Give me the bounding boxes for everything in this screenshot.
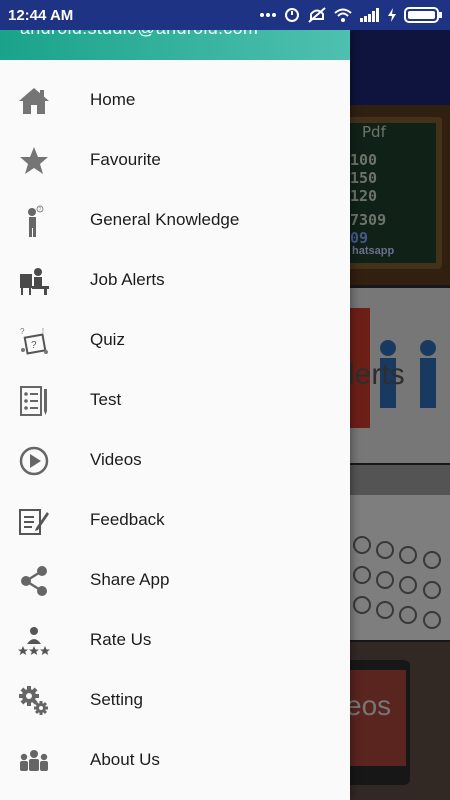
- menu-item-test[interactable]: Test: [0, 370, 350, 430]
- drawer-header: android.studio@android.com: [0, 30, 350, 60]
- menu-item-quiz[interactable]: ??! Quiz: [0, 310, 350, 370]
- menu-item-favourite[interactable]: Favourite: [0, 130, 350, 190]
- menu-item-label: Home: [90, 90, 136, 109]
- data-saver-icon: [284, 7, 300, 23]
- rate-icon: [18, 625, 50, 657]
- share-icon: [18, 565, 50, 597]
- menu-item-home[interactable]: Home: [0, 70, 350, 130]
- group-icon: [18, 745, 50, 777]
- home-icon: [18, 85, 50, 117]
- menu-item-rate-us[interactable]: Rate Us: [0, 610, 350, 670]
- svg-text:!: !: [42, 328, 44, 335]
- menu-item-label: Rate Us: [90, 630, 152, 649]
- svg-text:?: ?: [39, 207, 42, 213]
- desk-worker-icon: [18, 265, 50, 297]
- play-circle-icon: [18, 445, 50, 477]
- status-icons: [260, 7, 442, 23]
- menu-item-videos[interactable]: Videos: [0, 430, 350, 490]
- menu-item-job-alerts[interactable]: Job Alerts: [0, 250, 350, 310]
- gears-icon: [18, 685, 50, 717]
- menu-item-share-app[interactable]: Share App: [0, 550, 350, 610]
- status-bar: 12:44 AM: [0, 0, 450, 30]
- test-sheet-icon: [18, 385, 50, 417]
- navigation-drawer: android.studio@android.com Home Favourit…: [0, 30, 350, 800]
- battery-icon: [404, 7, 442, 23]
- menu-item-label: Favourite: [90, 150, 161, 169]
- charging-icon: [388, 8, 396, 22]
- menu-item-label: Test: [90, 390, 122, 409]
- scrim-overlay[interactable]: [350, 30, 450, 800]
- svg-text:?: ?: [20, 327, 25, 336]
- menu-item-label: Quiz: [90, 330, 125, 349]
- star-icon: [18, 145, 50, 177]
- menu-item-label: Setting: [90, 690, 143, 709]
- menu-item-label: Share App: [90, 570, 170, 589]
- thinking-person-icon: ?: [18, 205, 50, 237]
- menu-item-setting[interactable]: Setting: [0, 670, 350, 730]
- status-time: 12:44 AM: [8, 6, 74, 24]
- feedback-icon: [18, 505, 50, 537]
- menu-item-label: General Knowledge: [90, 210, 240, 229]
- menu-item-label: About Us: [90, 750, 160, 769]
- more-dots-icon: [260, 12, 276, 18]
- signal-icon: [360, 8, 380, 22]
- mute-icon: [308, 7, 326, 23]
- svg-text:?: ?: [31, 340, 37, 351]
- menu-item-label: Job Alerts: [90, 270, 165, 289]
- wifi-icon: [334, 8, 352, 22]
- menu-item-label: Feedback: [90, 510, 165, 529]
- menu-item-feedback[interactable]: Feedback: [0, 490, 350, 550]
- menu-item-general-knowledge[interactable]: ? General Knowledge: [0, 190, 350, 250]
- quiz-icon: ??!: [18, 325, 50, 357]
- menu-item-about-us[interactable]: About Us: [0, 730, 350, 790]
- menu-item-label: Videos: [90, 450, 142, 469]
- drawer-menu: Home Favourite ? General Knowledge Job A…: [0, 70, 350, 790]
- user-email: android.studio@android.com: [20, 30, 258, 39]
